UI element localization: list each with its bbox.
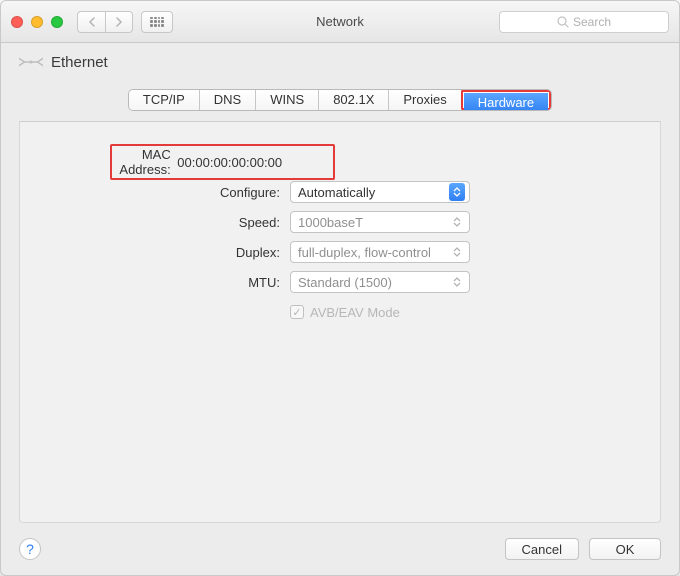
search-input[interactable]: Search xyxy=(499,11,669,33)
row-duplex: Duplex: full-duplex, flow-control xyxy=(110,237,570,267)
label-speed: Speed: xyxy=(110,215,290,230)
row-speed: Speed: 1000baseT xyxy=(110,207,570,237)
content-panel: MAC Address: 00:00:00:00:00:00 Configure… xyxy=(19,121,661,523)
tab-wins[interactable]: WINS xyxy=(256,90,319,110)
checkbox-avb[interactable]: ✓ AVB/EAV Mode xyxy=(290,305,400,320)
label-configure: Configure: xyxy=(110,185,290,200)
row-configure: Configure: Automatically xyxy=(110,177,570,207)
tab-8021x[interactable]: 802.1X xyxy=(319,90,389,110)
tab-hardware[interactable]: Hardware xyxy=(464,93,548,111)
stepper-arrows-icon xyxy=(449,183,465,201)
hardware-form: MAC Address: 00:00:00:00:00:00 Configure… xyxy=(110,147,570,327)
highlight-hardware-tab: Hardware xyxy=(461,90,551,110)
chevron-right-icon xyxy=(115,17,123,27)
zoom-window-button[interactable] xyxy=(51,16,63,28)
ethernet-icon xyxy=(19,50,43,74)
select-configure[interactable]: Automatically xyxy=(290,181,470,203)
tab-dns[interactable]: DNS xyxy=(200,90,256,110)
stepper-arrows-icon xyxy=(449,273,465,291)
search-icon xyxy=(557,16,569,28)
close-window-button[interactable] xyxy=(11,16,23,28)
show-all-button[interactable] xyxy=(141,11,173,33)
stepper-arrows-icon xyxy=(449,243,465,261)
select-duplex[interactable]: full-duplex, flow-control xyxy=(290,241,470,263)
window-controls xyxy=(11,16,63,28)
tab-bar: TCP/IP DNS WINS 802.1X Proxies Hardware xyxy=(128,89,552,111)
tabs-row: TCP/IP DNS WINS 802.1X Proxies Hardware xyxy=(1,89,679,111)
select-speed-value: 1000baseT xyxy=(298,215,363,230)
help-button[interactable]: ? xyxy=(19,538,41,560)
label-mtu: MTU: xyxy=(110,275,290,290)
network-prefs-window: Network Search Ethernet TCP/IP DNS WINS … xyxy=(0,0,680,576)
cancel-button[interactable]: Cancel xyxy=(505,538,579,560)
tab-proxies[interactable]: Proxies xyxy=(389,90,461,110)
chevron-left-icon xyxy=(88,17,96,27)
select-speed[interactable]: 1000baseT xyxy=(290,211,470,233)
label-mac: MAC Address: xyxy=(116,147,171,177)
forward-button[interactable] xyxy=(105,11,133,33)
titlebar: Network Search xyxy=(1,1,679,43)
back-button[interactable] xyxy=(77,11,105,33)
footer: ? Cancel OK xyxy=(1,538,679,560)
select-mtu-value: Standard (1500) xyxy=(298,275,392,290)
label-avb: AVB/EAV Mode xyxy=(310,305,400,320)
window-title: Network xyxy=(316,14,364,29)
select-duplex-value: full-duplex, flow-control xyxy=(298,245,431,260)
ok-button[interactable]: OK xyxy=(589,538,661,560)
row-mac-address: MAC Address: 00:00:00:00:00:00 xyxy=(110,147,570,177)
highlight-mac-address: MAC Address: 00:00:00:00:00:00 xyxy=(110,144,335,180)
label-duplex: Duplex: xyxy=(110,245,290,260)
checkmark-icon: ✓ xyxy=(290,305,304,319)
grid-icon xyxy=(150,17,164,27)
row-avb: ✓ AVB/EAV Mode xyxy=(110,297,570,327)
row-mtu: MTU: Standard (1500) xyxy=(110,267,570,297)
search-placeholder: Search xyxy=(573,15,611,29)
pane-title: Ethernet xyxy=(51,54,108,71)
tab-tcpip[interactable]: TCP/IP xyxy=(129,90,200,110)
stepper-arrows-icon xyxy=(449,213,465,231)
pane-header: Ethernet xyxy=(1,43,679,81)
select-configure-value: Automatically xyxy=(298,185,375,200)
value-mac: 00:00:00:00:00:00 xyxy=(177,155,327,170)
nav-buttons xyxy=(77,11,133,33)
minimize-window-button[interactable] xyxy=(31,16,43,28)
select-mtu[interactable]: Standard (1500) xyxy=(290,271,470,293)
